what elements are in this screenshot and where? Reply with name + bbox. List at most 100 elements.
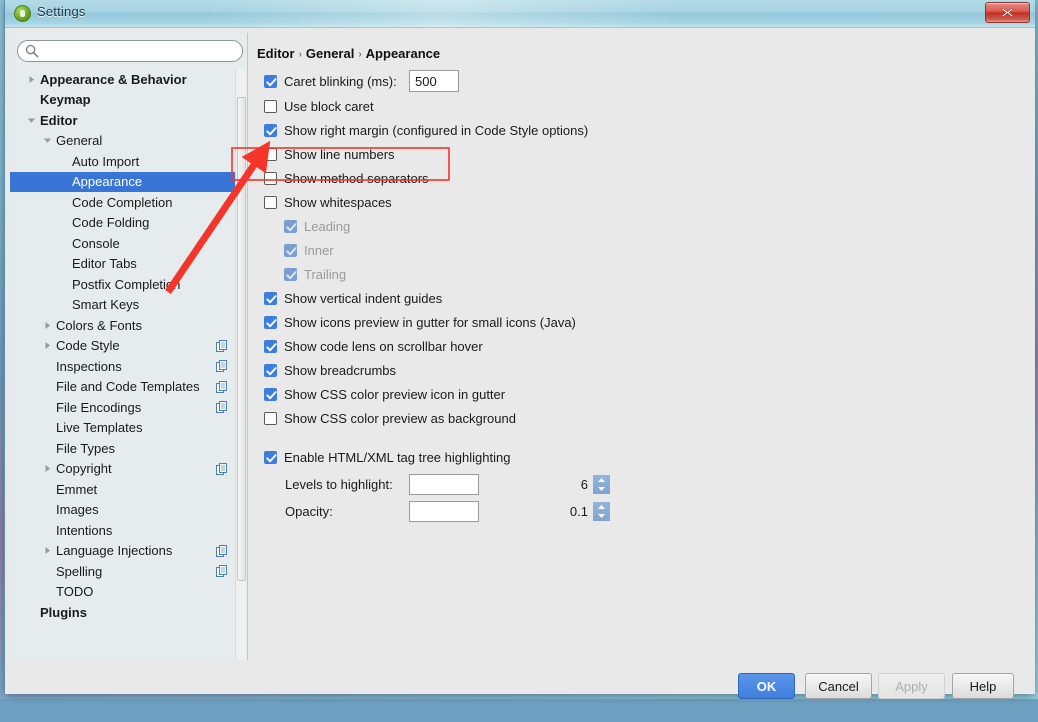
spinner-opacity[interactable] [409, 501, 610, 522]
checkbox-checked-icon[interactable] [264, 451, 277, 464]
sidebar-item-auto-import[interactable]: Auto Import [10, 151, 237, 172]
sidebar-item-copyright[interactable]: Copyright [10, 459, 237, 480]
checkbox-row-use-block-caret[interactable]: Use block caret [264, 99, 374, 114]
sidebar-item-live-templates[interactable]: Live Templates [10, 418, 237, 439]
checkbox-checked-icon[interactable] [264, 340, 277, 353]
checkbox-label: Enable HTML/XML tag tree highlighting [284, 450, 511, 465]
copy-icon[interactable] [216, 544, 228, 557]
checkbox-checked-icon[interactable] [264, 124, 277, 137]
sidebar-item-label: Appearance & Behavior [40, 71, 187, 87]
checkbox-unchecked-icon[interactable] [264, 148, 277, 161]
spinner-value-input[interactable] [410, 502, 593, 521]
checkbox-unchecked-icon[interactable] [264, 172, 277, 185]
spinner-levels-to-highlight[interactable] [409, 474, 610, 495]
copy-icon[interactable] [216, 401, 228, 413]
checkbox-checked-icon[interactable] [264, 388, 277, 401]
sidebar-item-postfix-completion[interactable]: Postfix Completion [10, 274, 237, 295]
sidebar-item-code-folding[interactable]: Code Folding [10, 213, 237, 234]
sidebar-item-code-completion[interactable]: Code Completion [10, 192, 237, 213]
sidebar-item-language-injections[interactable]: Language Injections [10, 541, 237, 562]
sidebar-item-plugins[interactable]: Plugins [10, 602, 237, 623]
sidebar-item-code-style[interactable]: Code Style [10, 336, 237, 357]
checkbox-row-leading[interactable]: Leading [284, 219, 350, 234]
chevron-right-icon[interactable] [40, 459, 54, 479]
spinner-value-input[interactable] [410, 475, 593, 494]
checkbox-row-show-icons-preview-in-gutter-for-small-icons-java[interactable]: Show icons preview in gutter for small i… [264, 315, 576, 330]
breadcrumb-part: Editor [257, 46, 295, 61]
apply-button: Apply [878, 673, 945, 699]
close-icon[interactable] [985, 2, 1030, 23]
sidebar-item-editor-tabs[interactable]: Editor Tabs [10, 254, 237, 275]
sidebar-item-file-encodings[interactable]: File Encodings [10, 397, 237, 418]
checkbox-row-inner[interactable]: Inner [284, 243, 334, 258]
sidebar-item-appearance[interactable]: Appearance [10, 171, 237, 192]
copy-icon[interactable] [216, 380, 228, 393]
copy-icon[interactable] [216, 339, 228, 352]
sidebar-item-emmet[interactable]: Emmet [10, 479, 237, 500]
checkbox-row-show-method-separators[interactable]: Show method separators [264, 171, 429, 186]
checkbox-unchecked-icon[interactable] [264, 412, 277, 425]
sidebar-item-inspections[interactable]: Inspections [10, 356, 237, 377]
checkbox-checked-icon [284, 220, 297, 233]
checkbox-row-show-code-lens-on-scrollbar-hover[interactable]: Show code lens on scrollbar hover [264, 339, 483, 354]
sidebar-scrollbar-track[interactable] [235, 69, 246, 659]
chevron-right-icon[interactable] [24, 69, 38, 89]
checkbox-row-caret-blinking-ms[interactable]: Caret blinking (ms): [264, 74, 397, 89]
checkbox-checked-icon[interactable] [264, 316, 277, 329]
ok-button[interactable]: OK [738, 673, 795, 699]
sidebar-item-smart-keys[interactable]: Smart Keys [10, 295, 237, 316]
sidebar-item-editor[interactable]: Editor [10, 110, 237, 131]
sidebar-item-spelling[interactable]: Spelling [10, 561, 237, 582]
sidebar-item-appearance-behavior[interactable]: Appearance & Behavior [10, 69, 237, 90]
checkbox-row-enable-html-xml-tag-tree-highlighting[interactable]: Enable HTML/XML tag tree highlighting [264, 450, 510, 465]
chevron-down-icon[interactable] [40, 131, 54, 151]
search-box[interactable] [17, 40, 243, 62]
spinner-stepper-buttons[interactable] [593, 475, 610, 494]
spinner-stepper-buttons[interactable] [593, 502, 610, 521]
sidebar-item-colors-fonts[interactable]: Colors & Fonts [10, 315, 237, 336]
checkbox-unchecked-icon[interactable] [264, 196, 277, 209]
sidebar-item-intentions[interactable]: Intentions [10, 520, 237, 541]
checkbox-checked-icon[interactable] [264, 364, 277, 377]
help-button[interactable]: Help [952, 673, 1014, 699]
checkbox-checked-icon[interactable] [264, 292, 277, 305]
app-icon [14, 5, 31, 22]
sidebar-item-images[interactable]: Images [10, 500, 237, 521]
chevron-right-icon[interactable] [40, 336, 54, 356]
cancel-button[interactable]: Cancel [805, 673, 872, 699]
chevron-right-icon[interactable] [40, 315, 54, 335]
checkbox-row-show-right-margin-configured-in-code-style-options[interactable]: Show right margin (configured in Code St… [264, 123, 588, 138]
checkbox-label: Show CSS color preview icon in gutter [284, 387, 506, 402]
copy-icon[interactable] [216, 462, 228, 475]
checkbox-row-show-css-color-preview-as-background[interactable]: Show CSS color preview as background [264, 411, 516, 426]
sidebar-item-label: Copyright [56, 461, 112, 477]
checkbox-row-show-css-color-preview-icon-in-gutter[interactable]: Show CSS color preview icon in gutter [264, 387, 505, 402]
sidebar-item-file-types[interactable]: File Types [10, 438, 237, 459]
sidebar-item-keymap[interactable]: Keymap [10, 90, 237, 111]
chevron-right-icon[interactable] [40, 541, 54, 561]
checkbox-checked-icon [284, 244, 297, 257]
checkbox-unchecked-icon[interactable] [264, 100, 277, 113]
search-input[interactable] [43, 43, 237, 62]
sidebar-scrollbar-thumb[interactable] [237, 97, 246, 581]
caret-blinking-input[interactable] [409, 70, 459, 92]
chevron-down-icon[interactable] [24, 110, 38, 130]
checkbox-checked-icon[interactable] [264, 75, 277, 88]
sidebar-item-console[interactable]: Console [10, 233, 237, 254]
checkbox-label: Show whitespaces [284, 195, 392, 210]
breadcrumb-separator: › [298, 49, 302, 60]
sidebar-item-general[interactable]: General [10, 131, 237, 152]
copy-icon[interactable] [216, 565, 228, 577]
checkbox-label: Trailing [304, 267, 347, 282]
copy-icon[interactable] [216, 360, 228, 372]
sidebar-item-label: TODO [56, 584, 94, 600]
checkbox-row-show-breadcrumbs[interactable]: Show breadcrumbs [264, 363, 396, 378]
sidebar-item-label: General [56, 133, 103, 149]
sidebar-item-todo[interactable]: TODO [10, 582, 237, 603]
checkbox-row-show-line-numbers[interactable]: Show line numbers [264, 147, 395, 162]
sidebar-item-file-and-code-templates[interactable]: File and Code Templates [10, 377, 237, 398]
search-icon [25, 44, 39, 58]
checkbox-row-show-vertical-indent-guides[interactable]: Show vertical indent guides [264, 291, 442, 306]
checkbox-row-trailing[interactable]: Trailing [284, 267, 346, 282]
checkbox-row-show-whitespaces[interactable]: Show whitespaces [264, 195, 392, 210]
